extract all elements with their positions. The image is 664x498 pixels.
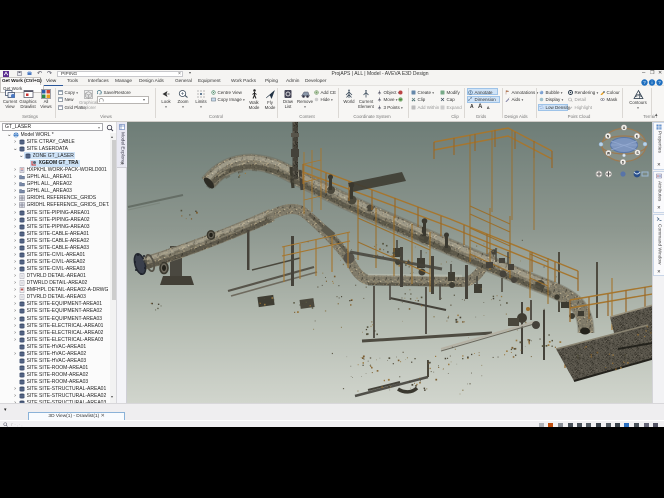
svg-text:i: i bbox=[652, 80, 653, 85]
